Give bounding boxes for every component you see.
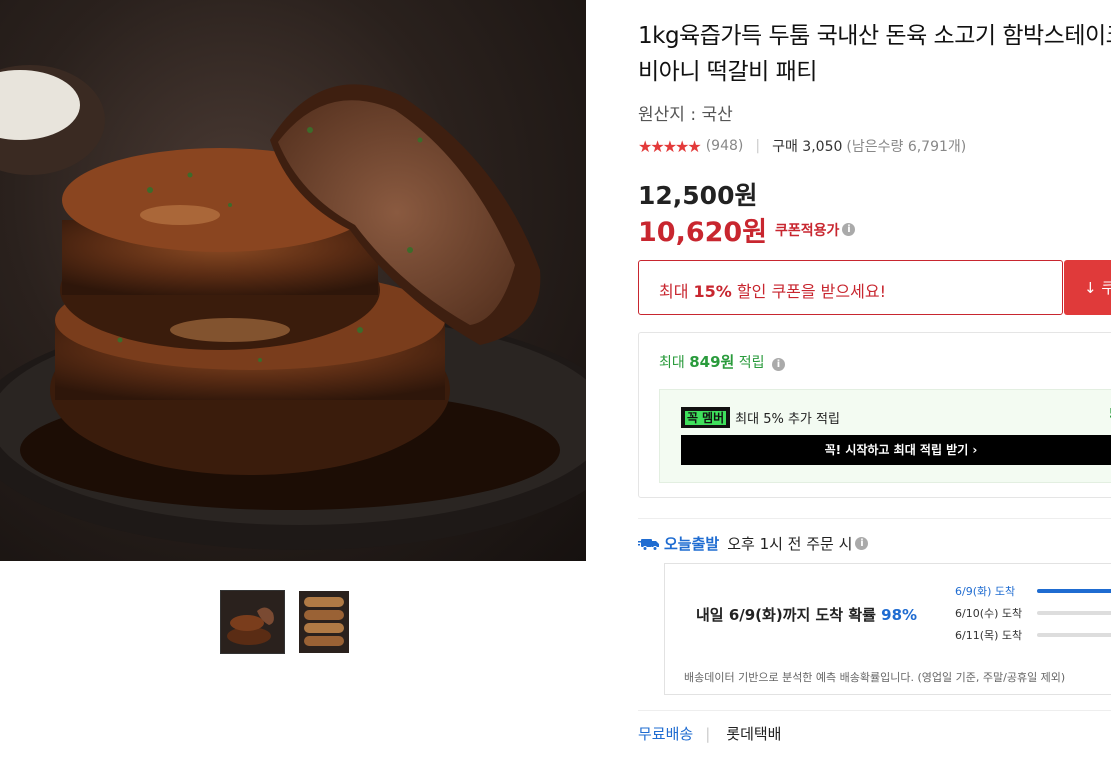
coupon-download-button[interactable]: ↓ 쿠 [1064,260,1111,315]
dist-label-1: 6/9(화) 도착 [955,585,1016,598]
coupon-text-prefix: 최대 [659,282,694,301]
buy-count: 구매 3,050 [772,139,843,155]
thumbnail-2[interactable] [299,591,349,653]
sale-price-row: 10,620원 쿠폰적용가 i [638,210,856,249]
points-amount: 849원 [689,353,735,371]
shipping-info-row: 무료배송 | 롯데택배 [638,723,781,744]
coupon-applied-label: 쿠폰적용가 [775,222,840,239]
rating-stars: ★★★★★ [638,136,702,156]
rating-row: ★★★★★ (948) | 구매 3,050 (남은수량 6,791개) [638,136,966,156]
divider: | [755,138,761,154]
coupon-text-suffix: 할인 쿠폰을 받으세요! [731,282,886,301]
member-text: 최대 5% 추가 적립 [735,412,840,427]
today-ship-label: 오늘출발 [664,535,720,553]
product-title: 1kg육즙가득 두툼 국내산 돈육 소고기 함박스테이크 너비아니 떡갈비 패티 [638,23,1111,85]
product-main-image [0,0,586,561]
points-suffix: 적립 [734,355,765,371]
delivery-probability-box: 내일 6/9(화)까지 도착 확률 98% 6/9(화) 도착 6/10(수) … [664,563,1111,695]
review-count-link[interactable]: (948) [706,138,744,154]
divider [638,518,1111,519]
member-box: 꼭멤버 최대 5% 추가 적립 5 꼭! 시작하고 최대 적립 받기 › [659,389,1111,483]
price-sale: 10,620원 [638,217,768,248]
carrier-name: 롯데택배 [726,725,782,743]
free-shipping-label: 무료배송 [638,725,694,743]
ship-info-icon[interactable]: i [855,537,869,550]
points-line: 최대 849원 적립 i [659,351,786,372]
coupon-percent: 15% [693,282,732,301]
delivery-main-text: 내일 6/9(화)까지 도착 확률 98% [696,606,918,624]
member-start-button[interactable]: 꼭! 시작하고 최대 적립 받기 › [681,435,1111,465]
points-box: 최대 849원 적립 i 꼭멤버 최대 5% 추가 적립 5 꼭! 시작하고 최… [638,332,1111,498]
price-original: 12,500원 [638,181,758,210]
delivery-pct: 98% [881,606,918,624]
product-info: 1kg육즙가득 두툼 국내산 돈육 소고기 함박스테이크 너비아니 떡갈비 패티… [638,0,1111,759]
coupon-banner[interactable]: 최대 15% 할인 쿠폰을 받으세요! [638,260,1063,315]
thumbnail-list [220,590,349,654]
dist-label-2: 6/10(수) 도착 [955,607,1023,620]
divider [638,710,1111,711]
dist-bar-2 [1037,611,1111,615]
points-prefix: 최대 [659,355,690,371]
remaining-stock: (남은수량 6,791개) [846,139,967,155]
thumbnail-1[interactable] [220,590,285,654]
product-origin: 원산지 : 국산 [638,105,733,125]
info-icon[interactable]: i [842,223,856,236]
ship-condition: 오후 1시 전 주문 시 [727,535,853,553]
dist-bar-1 [1037,589,1111,593]
dist-bar-3 [1037,633,1111,637]
member-badge: 꼭 멤버 [681,407,731,428]
delivery-note: 배송데이터 기반으로 분석한 예측 배송확률입니다. (영업일 기준, 주말/공… [684,671,1066,684]
divider: | [705,724,711,743]
dist-label-3: 6/11(목) 도착 [955,629,1023,642]
today-shipping-row: 오늘출발 오후 1시 전 주문 시 i [638,533,869,554]
points-info-icon[interactable]: i [772,358,786,371]
member-row: 꼭 멤버 최대 5% 추가 적립 [681,407,840,428]
truck-icon [638,538,659,551]
